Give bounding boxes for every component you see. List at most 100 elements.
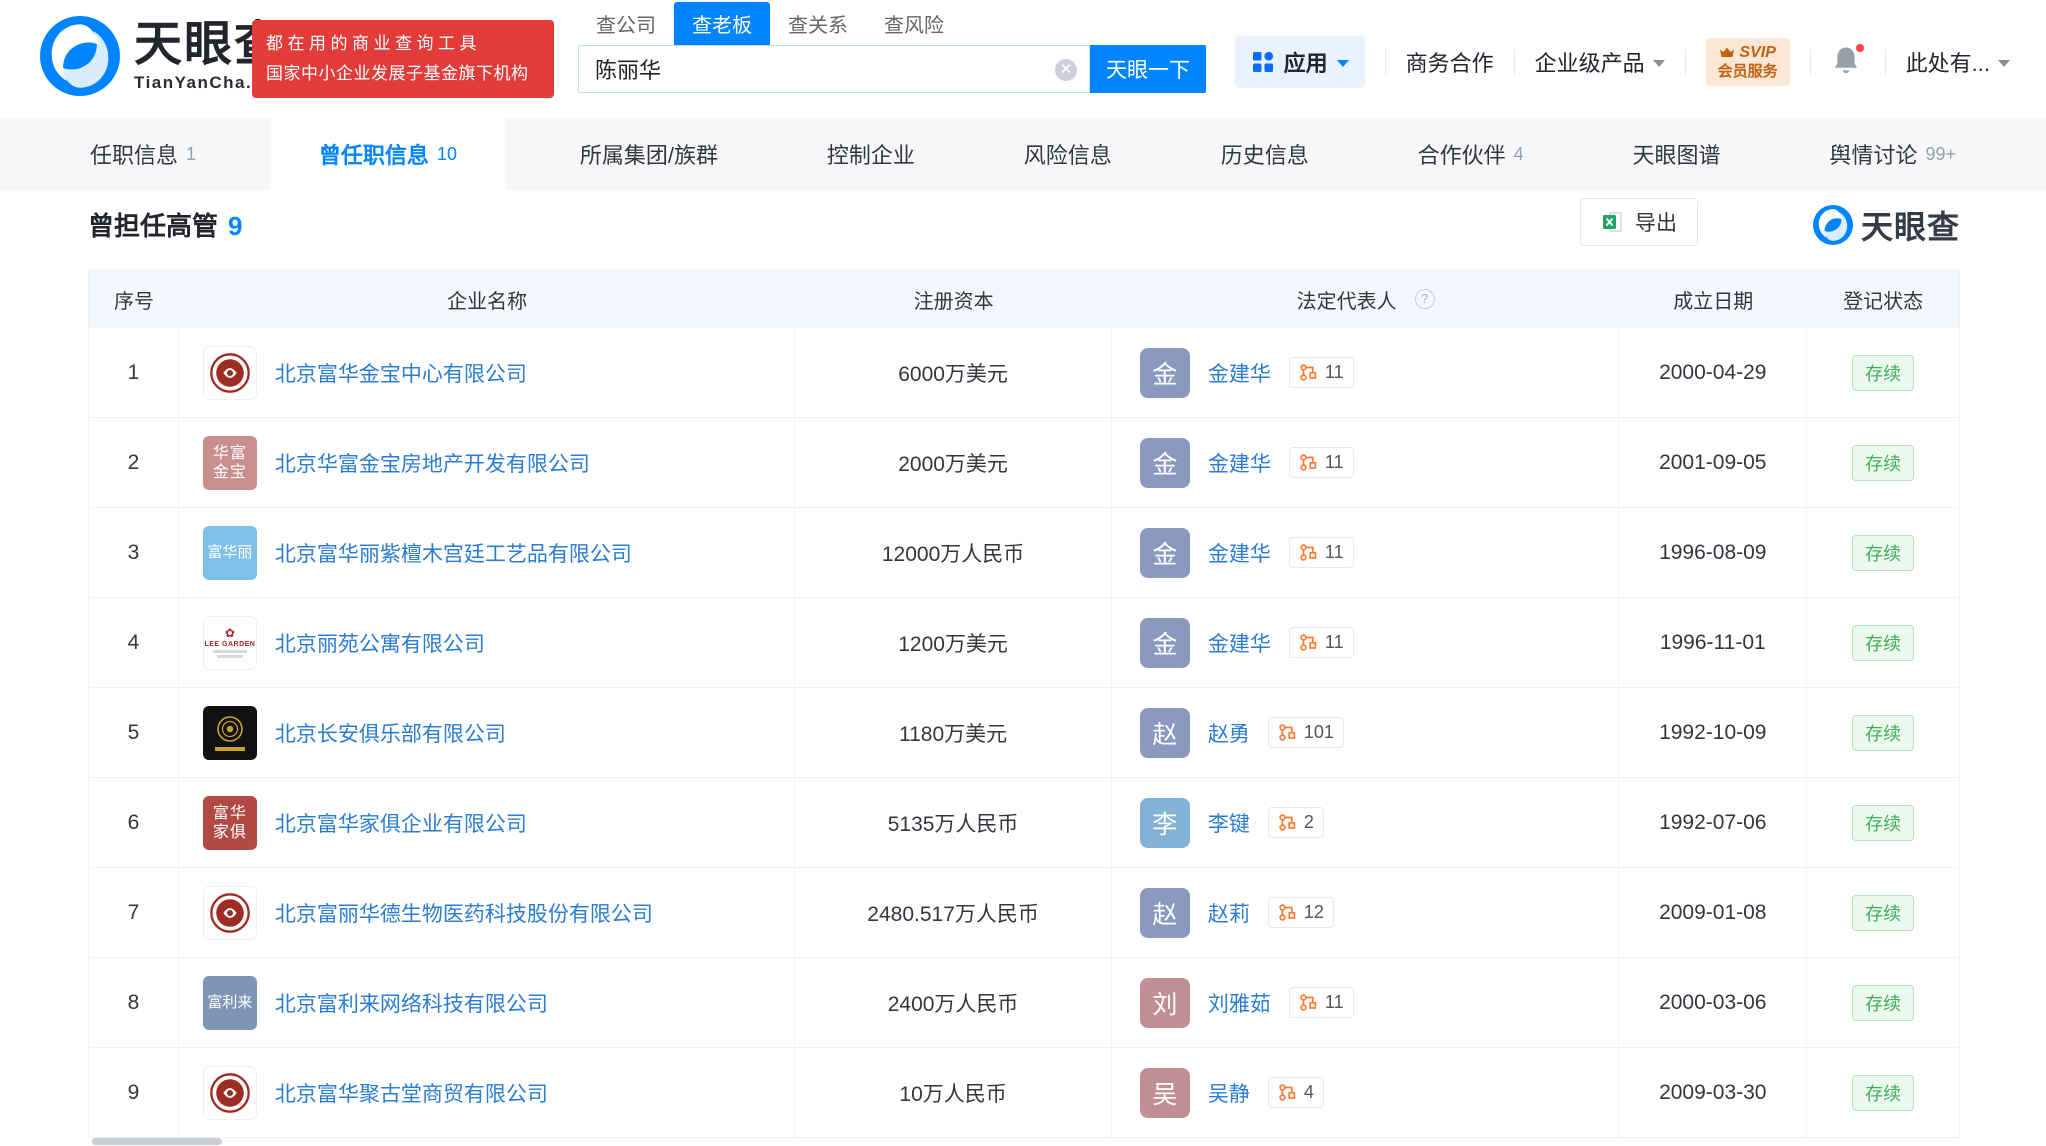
related-companies-badge[interactable]: 2 [1268, 807, 1324, 838]
search-input[interactable] [579, 46, 1089, 92]
legal-rep-avatar[interactable]: 刘 [1140, 978, 1190, 1028]
related-companies-badge[interactable]: 11 [1289, 627, 1354, 658]
company-link[interactable]: 北京华富金宝房地产开发有限公司 [275, 448, 590, 478]
establish-date: 2001-09-05 [1619, 418, 1807, 507]
company-link[interactable]: 北京丽苑公寓有限公司 [275, 628, 485, 658]
company-link[interactable]: 北京富华家俱企业有限公司 [275, 808, 527, 838]
svip-member-badge[interactable]: SVIP 会员服务 [1706, 38, 1790, 86]
export-button[interactable]: 导出 [1580, 198, 1698, 246]
related-count: 11 [1325, 992, 1344, 1013]
search-tab-risk[interactable]: 查风险 [866, 2, 962, 45]
related-companies-badge[interactable]: 11 [1289, 447, 1354, 478]
legal-rep-avatar[interactable]: 金 [1140, 438, 1190, 488]
registered-capital: 2480.517万人民币 [795, 868, 1112, 957]
divider [1514, 49, 1515, 75]
logo-decoration [213, 650, 247, 653]
legal-rep-link[interactable]: 金建华 [1208, 628, 1271, 658]
related-companies-badge[interactable]: 11 [1289, 987, 1354, 1018]
status-badge[interactable]: 存续 [1852, 805, 1914, 841]
status-badge[interactable]: 存续 [1852, 1075, 1914, 1111]
legal-rep-avatar[interactable]: 赵 [1140, 708, 1190, 758]
logo-text: 富华丽 [207, 544, 252, 562]
search-tab-boss[interactable]: 查老板 [674, 2, 770, 45]
related-companies-badge[interactable]: 101 [1268, 717, 1344, 748]
search-tab-company[interactable]: 查公司 [578, 2, 674, 45]
tab-label: 控制企业 [827, 138, 915, 170]
legal-rep-link[interactable]: 刘雅茹 [1208, 988, 1271, 1018]
tab-risk-info[interactable]: 风险信息 [990, 118, 1146, 190]
company-link[interactable]: 北京富丽华德生物医药科技股份有限公司 [275, 898, 653, 928]
tab-controlled-companies[interactable]: 控制企业 [793, 118, 949, 190]
registered-capital: 1180万美元 [795, 688, 1112, 777]
logo-text: 华富 [213, 444, 247, 463]
notification-dot [1854, 42, 1866, 54]
row-seq: 2 [89, 418, 179, 507]
tab-group-cluster[interactable]: 所属集团/族群 [546, 118, 752, 190]
col-header-capital: 注册资本 [795, 285, 1112, 314]
nav-business-coop[interactable]: 商务合作 [1406, 46, 1494, 78]
tab-former-positions[interactable]: 曾任职信息10 [271, 118, 505, 190]
status-badge[interactable]: 存续 [1852, 715, 1914, 751]
legal-rep-avatar[interactable]: 吴 [1140, 1068, 1190, 1118]
table-row: 8 富利来 北京富利来网络科技有限公司 2400万人民币 刘 刘雅茹 11 20… [89, 957, 1959, 1047]
company-link[interactable]: 北京富利来网络科技有限公司 [275, 988, 548, 1018]
legal-rep-link[interactable]: 吴静 [1208, 1078, 1250, 1108]
tab-public-opinion[interactable]: 舆情讨论99+ [1795, 118, 1990, 190]
relation-icon [1278, 1083, 1297, 1102]
legal-rep-link[interactable]: 金建华 [1208, 448, 1271, 478]
status-badge[interactable]: 存续 [1852, 895, 1914, 931]
company-link[interactable]: 北京长安俱乐部有限公司 [275, 718, 506, 748]
status-badge[interactable]: 存续 [1852, 355, 1914, 391]
tab-partners[interactable]: 合作伙伴4 [1384, 118, 1558, 190]
profile-tab-bar: 任职信息1 曾任职信息10 所属集团/族群 控制企业 风险信息 历史信息 合作伙… [0, 118, 2046, 190]
company-logo: 富华 家俱 [203, 796, 257, 850]
status-badge[interactable]: 存续 [1852, 445, 1914, 481]
related-companies-badge[interactable]: 11 [1289, 537, 1354, 568]
related-companies-badge[interactable]: 11 [1289, 357, 1354, 388]
legal-rep-avatar[interactable]: 金 [1140, 528, 1190, 578]
legal-rep-avatar[interactable]: 金 [1140, 618, 1190, 668]
company-link[interactable]: 北京富华聚古堂商贸有限公司 [275, 1078, 548, 1108]
legal-rep-link[interactable]: 金建华 [1208, 358, 1271, 388]
legal-rep-avatar[interactable]: 赵 [1140, 888, 1190, 938]
related-companies-badge[interactable]: 12 [1268, 897, 1334, 928]
legal-rep-link[interactable]: 李键 [1208, 808, 1250, 838]
relation-icon [1278, 903, 1297, 922]
related-companies-badge[interactable]: 4 [1268, 1077, 1324, 1108]
registered-capital: 1200万美元 [795, 598, 1112, 687]
horizontal-scrollbar-thumb[interactable] [92, 1138, 222, 1145]
help-icon[interactable]: ? [1415, 289, 1435, 309]
search-button[interactable]: 天眼一下 [1090, 45, 1206, 93]
status-badge[interactable]: 存续 [1852, 535, 1914, 571]
apps-grid-icon [1251, 50, 1275, 74]
tab-current-positions[interactable]: 任职信息1 [56, 118, 230, 190]
legal-rep-link[interactable]: 金建华 [1208, 538, 1271, 568]
section-title-text: 曾担任高管 [88, 211, 218, 241]
relation-icon [1278, 723, 1297, 742]
notification-bell-icon[interactable] [1831, 45, 1865, 79]
registered-capital: 10万人民币 [795, 1048, 1112, 1137]
company-logo [203, 346, 257, 400]
table-row: 3 富华丽 北京富华丽紫檀木宫廷工艺品有限公司 12000万人民币 金 金建华 … [89, 507, 1959, 597]
nav-enterprise-products[interactable]: 企业级产品 [1535, 46, 1665, 78]
legal-rep-link[interactable]: 赵莉 [1208, 898, 1250, 928]
seal-emblem-icon [206, 889, 254, 937]
status-badge[interactable]: 存续 [1852, 625, 1914, 661]
tab-history-info[interactable]: 历史信息 [1187, 118, 1343, 190]
tab-graph[interactable]: 天眼图谱 [1599, 118, 1755, 190]
relation-icon [1299, 993, 1318, 1012]
user-account-menu[interactable]: 此处有... [1906, 46, 2010, 78]
apps-menu[interactable]: 应用 [1235, 36, 1365, 88]
watermark-logo-icon [1813, 205, 1853, 245]
related-count: 11 [1325, 542, 1344, 563]
company-link[interactable]: 北京富华丽紫檀木宫廷工艺品有限公司 [275, 538, 632, 568]
tab-count: 4 [1514, 144, 1524, 165]
legal-rep-avatar[interactable]: 李 [1140, 798, 1190, 848]
legal-rep-header-text: 法定代表人 [1297, 285, 1397, 314]
legal-rep-avatar[interactable]: 金 [1140, 348, 1190, 398]
status-badge[interactable]: 存续 [1852, 985, 1914, 1021]
search-tab-relation[interactable]: 查关系 [770, 2, 866, 45]
legal-rep-link[interactable]: 赵勇 [1208, 718, 1250, 748]
clear-search-icon[interactable]: ✕ [1055, 59, 1077, 81]
company-link[interactable]: 北京富华金宝中心有限公司 [275, 358, 527, 388]
